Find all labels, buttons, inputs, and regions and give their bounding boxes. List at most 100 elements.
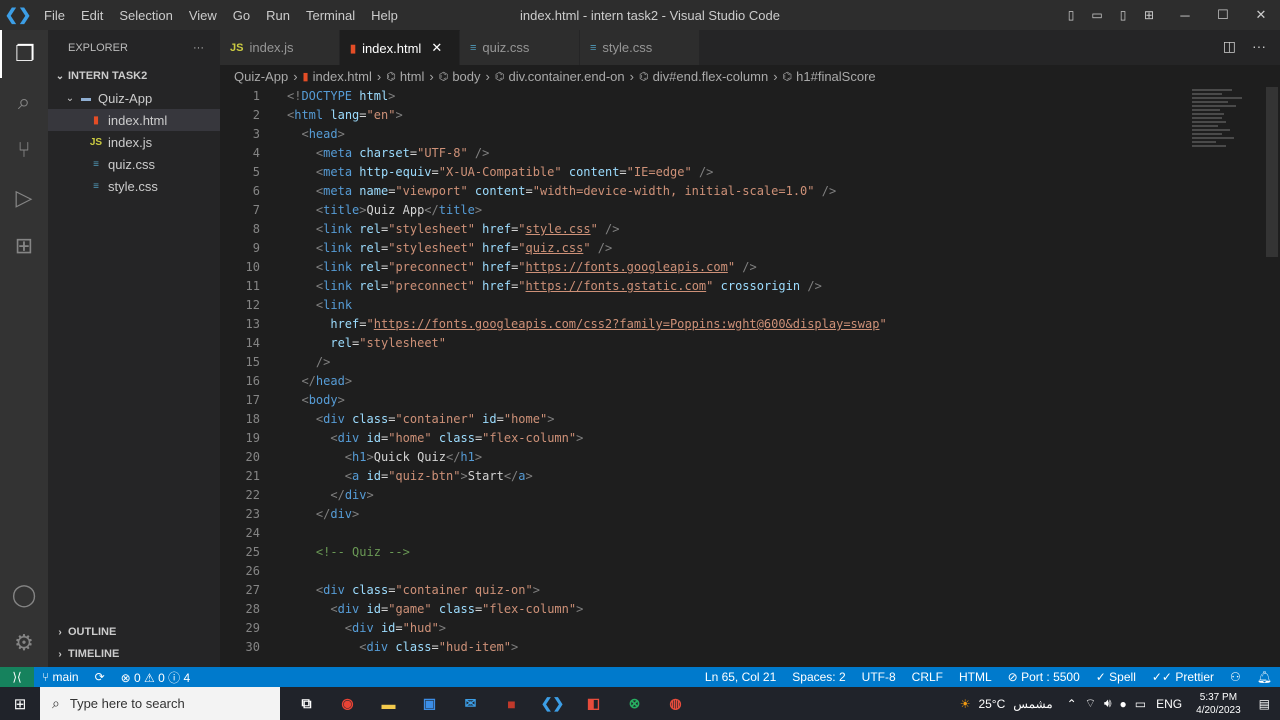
menu-go[interactable]: Go — [225, 8, 258, 23]
file-item-index-html[interactable]: ▮ index.html — [48, 109, 220, 131]
toggle-panel-icon[interactable]: ▭ — [1088, 6, 1106, 24]
code-line[interactable]: 22 </div> — [220, 486, 1280, 505]
vertical-scrollbar[interactable] — [1266, 87, 1278, 257]
notifications-icon[interactable]: 🔔︎ — [1249, 670, 1280, 684]
menu-edit[interactable]: Edit — [73, 8, 111, 23]
store-icon[interactable]: ▣ — [409, 687, 450, 720]
tab-style-css[interactable]: ≡ style.css — [580, 30, 700, 65]
code-line[interactable]: 19 <div id="home" class="flex-column"> — [220, 429, 1280, 448]
menu-run[interactable]: Run — [258, 8, 298, 23]
breadcrumb-item[interactable]: div.container.end-on — [508, 69, 624, 84]
file-explorer-icon[interactable]: ▬ — [368, 687, 409, 720]
code-line[interactable]: 29 <div id="hud"> — [220, 619, 1280, 638]
code-line[interactable]: 1 <!DOCTYPE html> — [220, 87, 1280, 106]
volume-icon[interactable]: 🔊︎ — [1100, 696, 1116, 711]
taskbar-search[interactable]: ⌕ Type here to search — [40, 687, 280, 720]
xbox-icon[interactable]: ⊗ — [614, 687, 655, 720]
notification-center-icon[interactable]: ▤ — [1249, 697, 1280, 711]
code-line[interactable]: 13 href="https://fonts.googleapis.com/cs… — [220, 315, 1280, 334]
code-line[interactable]: 27 <div class="container quiz-on"> — [220, 581, 1280, 600]
language-indicator[interactable]: ENG — [1150, 697, 1188, 711]
minimize-icon[interactable]: ─ — [1166, 0, 1204, 30]
outline-section[interactable]: › OUTLINE — [48, 621, 220, 643]
menu-view[interactable]: View — [181, 8, 225, 23]
toggle-sidebar-icon[interactable]: ▯ — [1062, 6, 1080, 24]
battery-icon[interactable]: ▭ — [1131, 697, 1150, 711]
windows-start-icon[interactable]: ⊞ — [0, 687, 40, 720]
breadcrumb-item[interactable]: h1#finalScore — [796, 69, 876, 84]
feedback-icon[interactable]: ⚇ — [1222, 670, 1249, 684]
code-line[interactable]: 23 </div> — [220, 505, 1280, 524]
breadcrumb-item[interactable]: body — [452, 69, 480, 84]
workspace-section[interactable]: ⌄ INTERN TASK2 — [48, 65, 220, 87]
code-line[interactable]: 11 <link rel="preconnect" href="https://… — [220, 277, 1280, 296]
code-line[interactable]: 3 <head> — [220, 125, 1280, 144]
line-ending[interactable]: CRLF — [904, 670, 951, 684]
code-line[interactable]: 17 <body> — [220, 391, 1280, 410]
language-mode[interactable]: HTML — [951, 670, 1000, 684]
folder-quiz-app[interactable]: ⌄ ▬ Quiz-App — [48, 87, 220, 109]
code-line[interactable]: 6 <meta name="viewport" content="width=d… — [220, 182, 1280, 201]
file-item-style-css[interactable]: ≡ style.css — [48, 175, 220, 197]
code-line[interactable]: 5 <meta http-equiv="X-UA-Compatible" con… — [220, 163, 1280, 182]
spell-check[interactable]: ✓ Spell — [1088, 670, 1144, 684]
weather-temp[interactable]: 25°C — [974, 697, 1009, 711]
code-line[interactable]: 30 <div class="hud-item"> — [220, 638, 1280, 657]
menu-file[interactable]: File — [36, 8, 73, 23]
code-line[interactable]: 26 — [220, 562, 1280, 581]
timeline-section[interactable]: › TIMELINE — [48, 643, 220, 665]
code-line[interactable]: 12 <link — [220, 296, 1280, 315]
code-line[interactable]: 21 <a id="quiz-btn">Start</a> — [220, 467, 1280, 486]
tab-quiz-css[interactable]: ≡ quiz.css — [460, 30, 580, 65]
network-icon[interactable]: ⌔ — [1081, 696, 1100, 711]
breadcrumb-item[interactable]: div#end.flex-column — [653, 69, 769, 84]
more-actions-icon[interactable]: ··· — [1252, 38, 1266, 55]
run-debug-icon[interactable]: ▷ — [0, 174, 48, 222]
file-item-index-js[interactable]: JS index.js — [48, 131, 220, 153]
maximize-icon[interactable]: ☐ — [1204, 0, 1242, 30]
code-line[interactable]: 14 rel="stylesheet" — [220, 334, 1280, 353]
more-actions-icon[interactable]: ··· — [193, 42, 204, 54]
file-item-quiz-css[interactable]: ≡ quiz.css — [48, 153, 220, 175]
mic-icon[interactable]: ● — [1116, 697, 1131, 711]
menu-terminal[interactable]: Terminal — [298, 8, 363, 23]
menu-selection[interactable]: Selection — [111, 8, 180, 23]
code-editor[interactable]: 1 <!DOCTYPE html> 2 <html lang="en"> 3 <head… — [220, 87, 1280, 667]
code-line[interactable]: 16 </head> — [220, 372, 1280, 391]
accounts-icon[interactable]: ◯ — [0, 571, 48, 619]
minimap[interactable] — [1192, 87, 1262, 197]
extensions-icon[interactable]: ⊞ — [0, 222, 48, 270]
show-hidden-icon[interactable]: ⌃ — [1063, 697, 1081, 711]
source-control-icon[interactable]: ⑂ — [0, 126, 48, 174]
code-line[interactable]: 7 <title>Quiz App</title> — [220, 201, 1280, 220]
settings-gear-icon[interactable]: ⚙ — [0, 619, 48, 667]
code-line[interactable]: 24 — [220, 524, 1280, 543]
code-line[interactable]: 4 <meta charset="UTF-8" /> — [220, 144, 1280, 163]
close-tab-icon[interactable]: ✕ — [431, 40, 442, 56]
explorer-icon[interactable]: ❐ — [0, 30, 48, 78]
code-line[interactable]: 2 <html lang="en"> — [220, 106, 1280, 125]
code-line[interactable]: 20 <h1>Quick Quiz</h1> — [220, 448, 1280, 467]
vscode-taskbar-icon[interactable]: ❮❯ — [532, 687, 573, 720]
app-icon[interactable]: ■ — [491, 687, 532, 720]
mail-icon[interactable]: ✉ — [450, 687, 491, 720]
code-line[interactable]: 9 <link rel="stylesheet" href="quiz.css"… — [220, 239, 1280, 258]
task-view-icon[interactable]: ⧉ — [286, 687, 327, 720]
breadcrumb-item[interactable]: html — [400, 69, 425, 84]
tab-index-js[interactable]: JS index.js — [220, 30, 340, 65]
code-line[interactable]: 10 <link rel="preconnect" href="https://… — [220, 258, 1280, 277]
clock[interactable]: 5:37 PM 4/20/2023 — [1188, 691, 1249, 717]
app-icon[interactable]: ◧ — [573, 687, 614, 720]
breadcrumb-item[interactable]: index.html — [313, 69, 372, 84]
cursor-position[interactable]: Ln 65, Col 21 — [697, 670, 784, 684]
problems-status[interactable]: ⊗ 0 ⚠ 0 ⓘ 4 — [113, 669, 199, 686]
menu-help[interactable]: Help — [363, 8, 406, 23]
indentation[interactable]: Spaces: 2 — [784, 670, 853, 684]
sync-icon[interactable]: ⟳ — [87, 670, 113, 684]
customize-layout-icon[interactable]: ⊞ — [1140, 6, 1158, 24]
prettier-status[interactable]: ✓✓ Prettier — [1144, 670, 1222, 684]
search-icon[interactable]: ⌕ — [0, 78, 48, 126]
split-editor-icon[interactable]: ◫ — [1223, 38, 1236, 55]
toggle-secondary-sidebar-icon[interactable]: ▯ — [1114, 6, 1132, 24]
tab-index-html[interactable]: ▮ index.html ✕ — [340, 30, 460, 65]
